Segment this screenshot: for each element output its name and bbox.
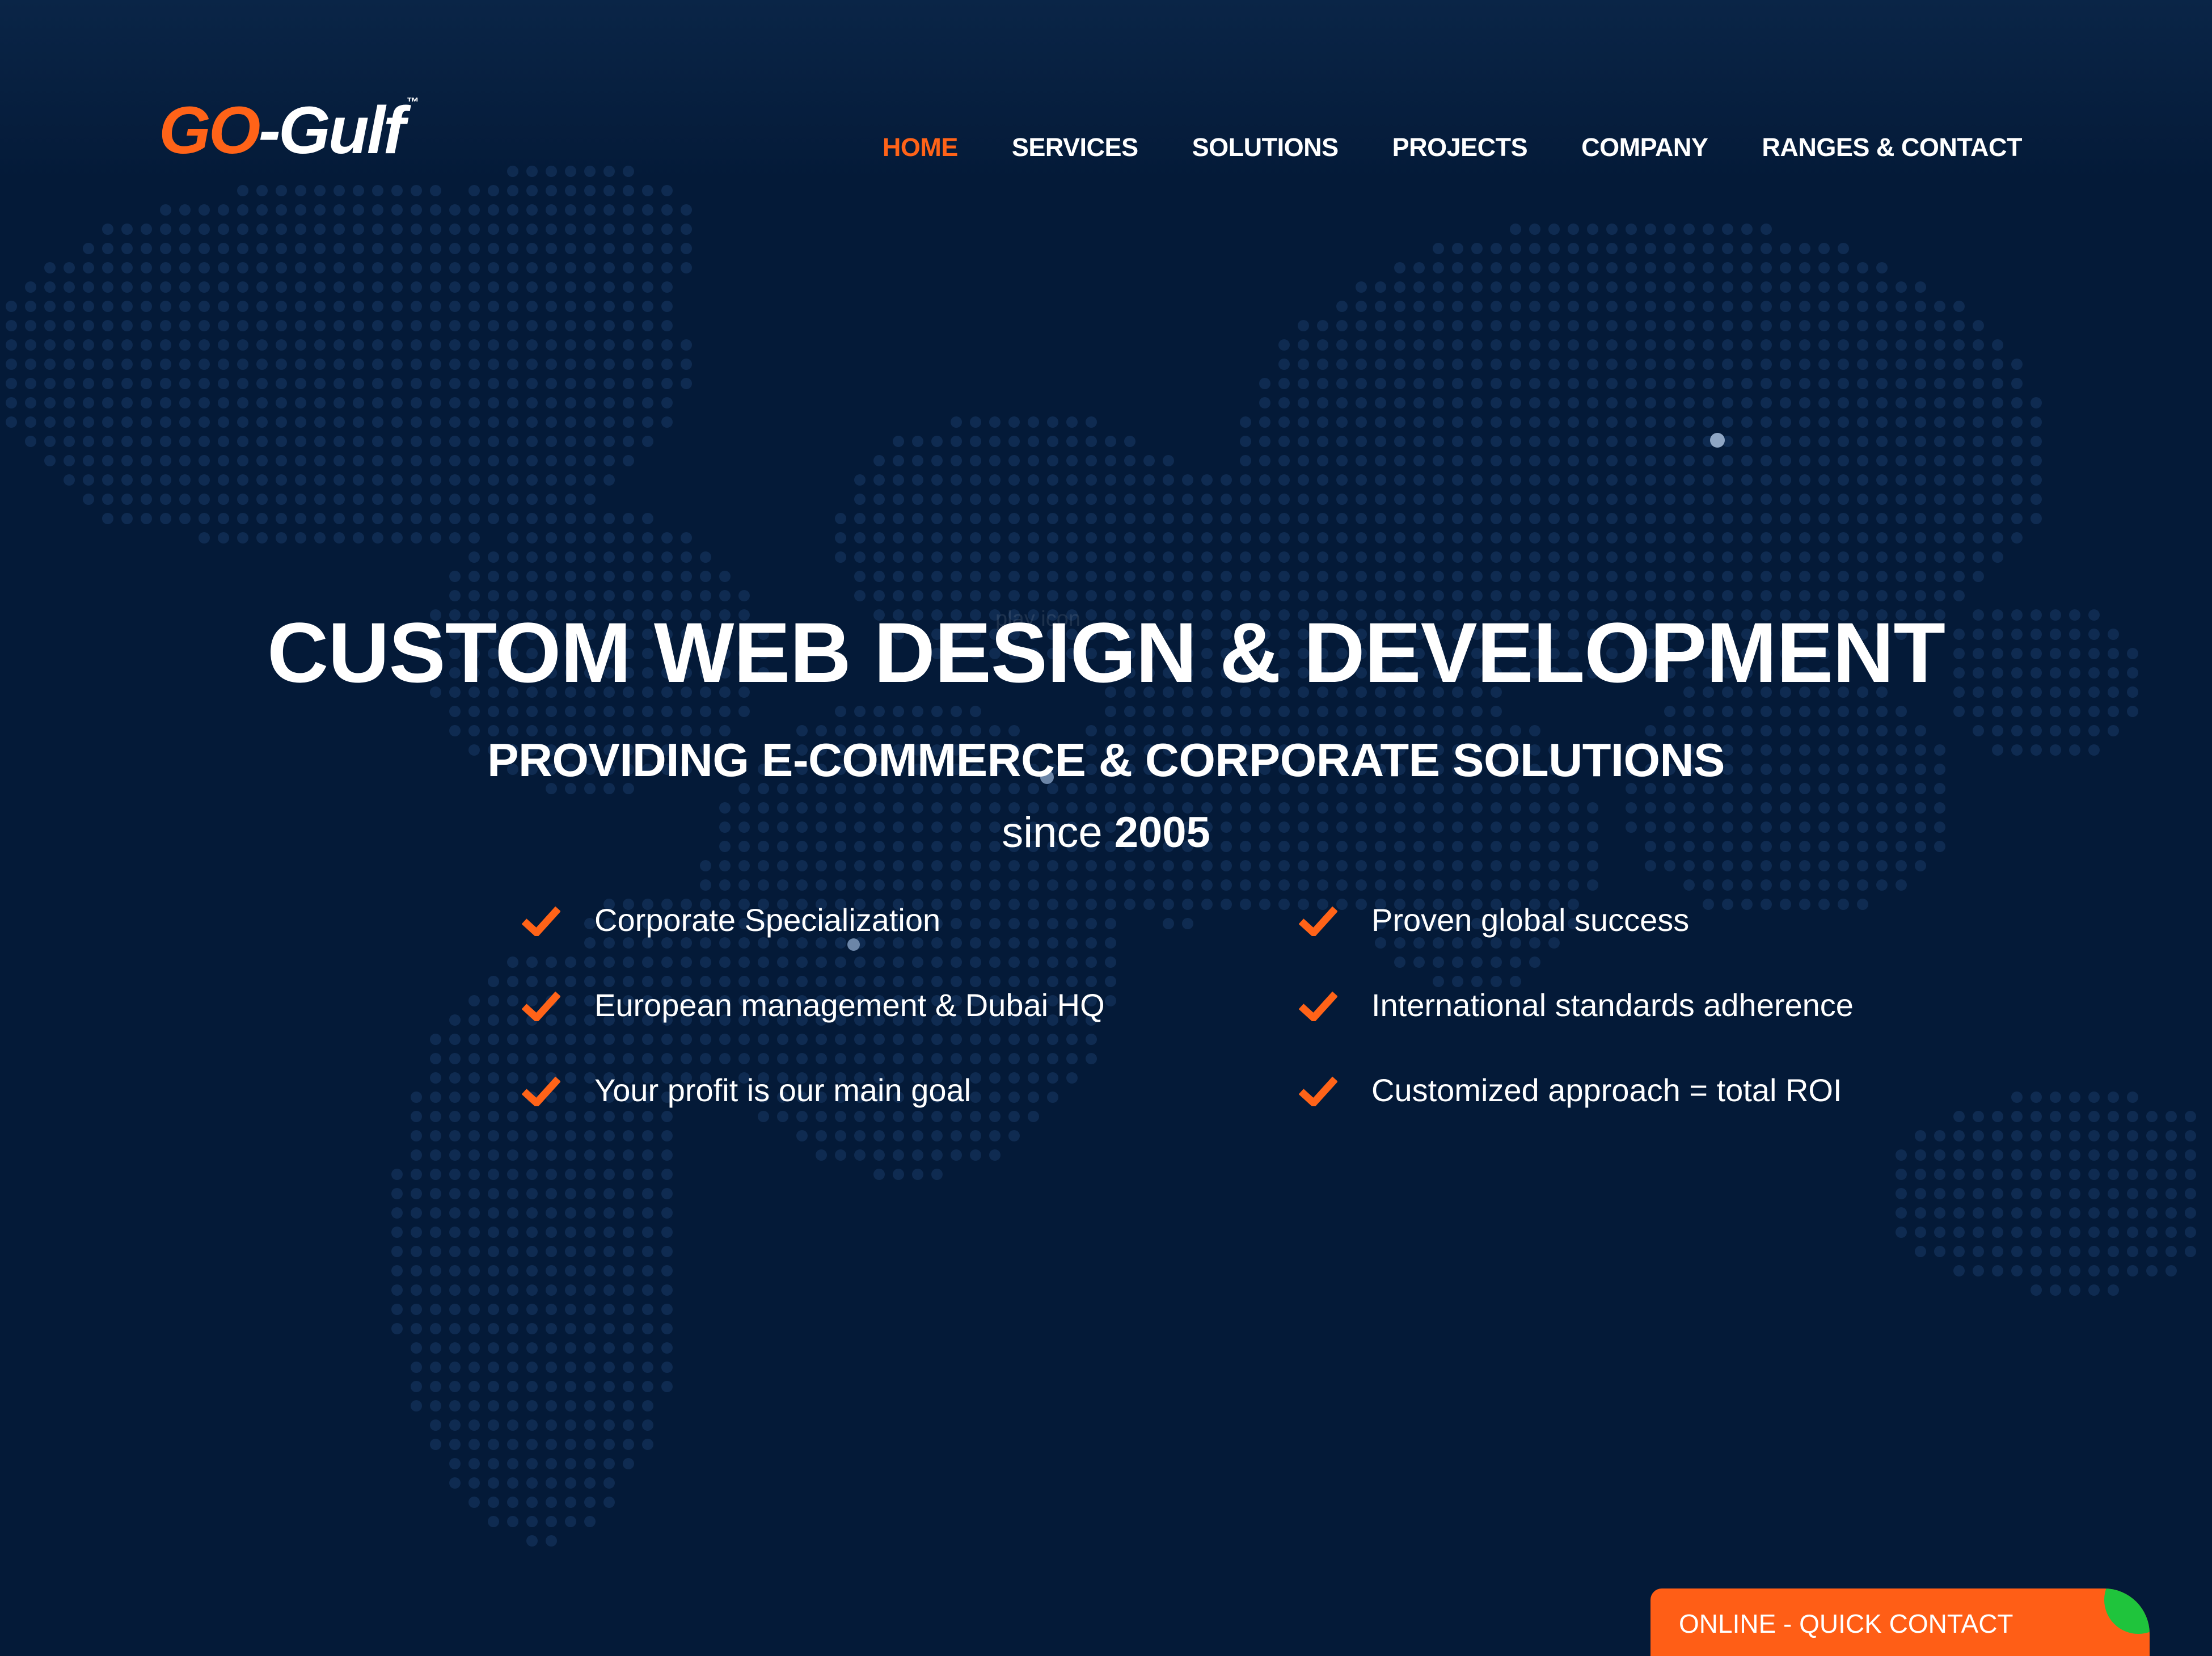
nav-ranges-contact[interactable]: RANGES & CONTACT — [1762, 128, 2022, 167]
nav-home[interactable]: HOME — [883, 128, 959, 167]
nav-services[interactable]: SERVICES — [1012, 128, 1138, 167]
main-navigation: HOME SERVICES SOLUTIONS PROJECTS COMPANY… — [883, 128, 2023, 167]
hero-title: CUSTOM WEB DESIGN & DEVELOPMENT — [267, 605, 1945, 700]
feature-item: Proven global success — [1299, 902, 1883, 938]
check-icon — [522, 1076, 560, 1106]
feature-list: Corporate Specialization Proven global s… — [522, 902, 1883, 1109]
check-icon — [1299, 906, 1337, 936]
nav-company[interactable]: COMPANY — [1581, 128, 1708, 167]
online-status-indicator — [2104, 1588, 2150, 1634]
check-icon — [522, 906, 560, 936]
feature-item: Your profit is our main goal — [522, 1072, 1299, 1109]
check-icon — [1299, 991, 1337, 1021]
check-icon — [1299, 1076, 1337, 1106]
nav-projects[interactable]: PROJECTS — [1392, 128, 1528, 167]
since-year: 2005 — [1114, 808, 1210, 857]
feature-item: Corporate Specialization — [522, 902, 1299, 938]
nav-solutions[interactable]: SOLUTIONS — [1192, 128, 1339, 167]
go-gulf-logo[interactable]: GO - Gulf ™ — [159, 91, 419, 170]
quick-contact-button[interactable]: ONLINE - QUICK CONTACT — [1650, 1588, 2150, 1656]
feature-item: International standards adherence — [1299, 987, 1883, 1023]
since-label: since — [1002, 808, 1103, 857]
hero-subtitle: PROVIDING E-COMMERCE & CORPORATE SOLUTIO… — [487, 734, 1725, 786]
hero-section: CUSTOM WEB DESIGN & DEVELOPMENT PROVIDIN… — [0, 601, 2212, 861]
check-icon — [522, 991, 560, 1021]
feature-item: Customized approach = total ROI — [1299, 1072, 1883, 1109]
since-line: since 2005 — [0, 804, 2212, 861]
feature-item: European management & Dubai HQ — [522, 987, 1299, 1023]
quick-contact-label: ONLINE - QUICK CONTACT — [1679, 1609, 2013, 1638]
